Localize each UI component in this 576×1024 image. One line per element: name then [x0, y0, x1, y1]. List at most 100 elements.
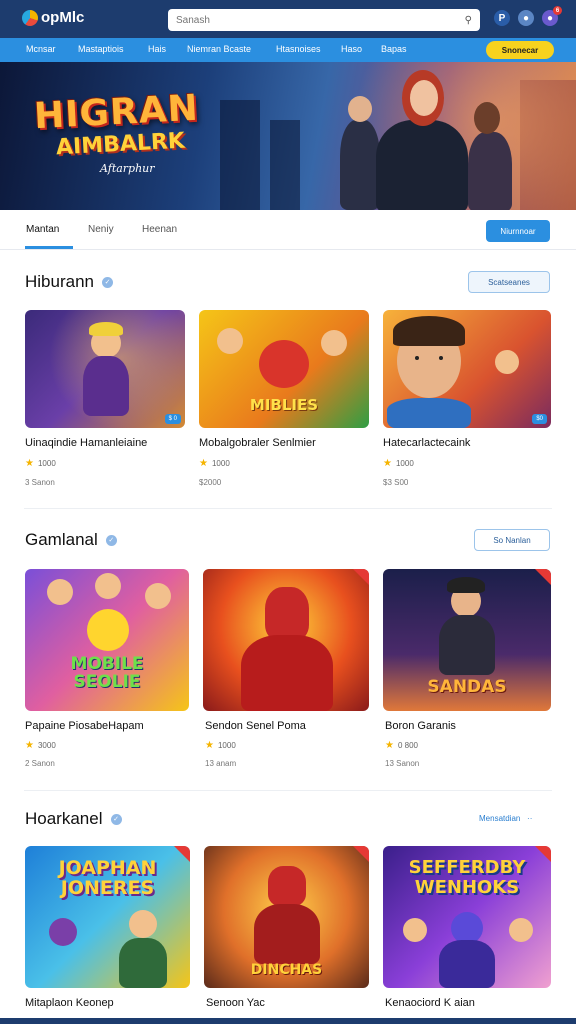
- new-badge: [174, 846, 190, 862]
- new-badge: [535, 569, 551, 585]
- hero-character-head: [474, 102, 500, 134]
- section-title-text: Hoarkanel: [25, 809, 103, 828]
- header-icons: P ● ● 6: [494, 6, 562, 26]
- tab-3[interactable]: Heenan: [142, 224, 177, 235]
- character-face: [87, 609, 129, 651]
- rating-value: 1000: [217, 741, 236, 750]
- section-action-link[interactable]: Mensatdian ··: [479, 814, 532, 823]
- verified-icon: ✓: [105, 534, 117, 546]
- rating-value: 1000: [211, 459, 230, 468]
- card-meta: $3 S00: [383, 478, 409, 487]
- card-title[interactable]: Mobalgobraler Senlmier: [199, 437, 316, 449]
- hero-character: [376, 120, 468, 210]
- notification-badge: 6: [553, 6, 562, 15]
- verified-icon: ✓: [110, 813, 122, 825]
- price-badge: $0: [532, 414, 547, 424]
- card-meta: $2000: [199, 478, 222, 487]
- verified-icon: ✓: [102, 276, 113, 288]
- card-title[interactable]: Kenaociord K aian: [385, 997, 475, 1009]
- hero-character-head: [410, 80, 438, 116]
- game-card-image[interactable]: SEFFERDBY WENHOKS: [383, 846, 551, 988]
- card-title[interactable]: Hatecarlactecaink: [383, 437, 470, 449]
- section-divider: [24, 790, 552, 791]
- card-meta: 13 Sanon: [385, 759, 420, 768]
- character-eye: [439, 356, 443, 360]
- top-bar: opMlc ⚲ P ● ● 6: [0, 0, 576, 38]
- star-icon: ★: [199, 458, 208, 469]
- character-body: [387, 398, 471, 428]
- hero-character: [468, 132, 512, 210]
- section-action-button[interactable]: So Nanlan: [474, 529, 550, 551]
- character-hair: [393, 316, 465, 346]
- star-icon: ★: [385, 740, 394, 751]
- nav-cta-button[interactable]: Snonecar: [486, 41, 554, 59]
- app-name: opMlc: [41, 9, 85, 26]
- card-title[interactable]: Boron Garanis: [385, 720, 456, 732]
- nav-item-3[interactable]: Hais: [148, 44, 166, 54]
- nav-item-1[interactable]: Mcnsar: [26, 44, 56, 54]
- section-divider: [24, 508, 552, 509]
- nav-item-6[interactable]: Haso: [341, 44, 362, 54]
- nav-item-5[interactable]: Htasnoises: [276, 44, 321, 54]
- card-title[interactable]: Papaine PiosabeHapam: [25, 720, 144, 732]
- search-input[interactable]: [176, 14, 465, 26]
- logo-icon: [22, 9, 38, 26]
- star-icon: ★: [205, 740, 214, 751]
- hero-building: [220, 100, 260, 210]
- card-title[interactable]: Mitaplaon Keonep: [25, 997, 114, 1009]
- hero-character-head: [348, 96, 372, 122]
- card-title[interactable]: Senoon Yac: [206, 997, 265, 1009]
- section-title: Hoarkanel ✓: [25, 809, 122, 829]
- star-icon: ★: [25, 740, 34, 751]
- card-rating: ★ 1000: [199, 458, 230, 469]
- tab-action-button[interactable]: Niurnnoar: [486, 220, 550, 242]
- character-face: [321, 330, 347, 356]
- character-face: [495, 350, 519, 374]
- game-card-image[interactable]: MIBLIES: [199, 310, 369, 428]
- rating-value: 3000: [37, 741, 56, 750]
- more-icon: ··: [522, 814, 533, 823]
- character-face: [403, 918, 427, 942]
- character-mask: [268, 866, 306, 906]
- character-body: [254, 904, 320, 964]
- section-title: Hiburann ✓: [25, 272, 113, 292]
- card-art-text: DINCHAS: [250, 962, 323, 978]
- tab-2[interactable]: Neniy: [88, 224, 114, 235]
- game-card-image[interactable]: JOAPHAN JONERES: [25, 846, 190, 988]
- tab-1[interactable]: Mantan: [26, 224, 59, 235]
- game-card-image[interactable]: SANDAS: [383, 569, 551, 711]
- game-card-image[interactable]: MOBILE SEOLIE: [25, 569, 189, 711]
- profile-icon[interactable]: P: [494, 10, 510, 26]
- globe-icon[interactable]: ●: [518, 10, 534, 26]
- card-rating: ★ 3000: [25, 740, 56, 751]
- search-icon[interactable]: ⚲: [465, 15, 472, 26]
- section-title-text: Hiburann: [25, 272, 94, 291]
- card-title[interactable]: Sendon Senel Poma: [205, 720, 306, 732]
- new-badge: [535, 846, 551, 862]
- game-card-image[interactable]: $ 0: [25, 310, 185, 428]
- character-face: [47, 579, 73, 605]
- nav-item-7[interactable]: Bapas: [381, 44, 407, 54]
- rating-value: 0 800: [397, 741, 418, 750]
- rating-value: 1000: [395, 459, 414, 468]
- nav-item-2[interactable]: Mastaptiois: [78, 44, 124, 54]
- nav-item-4[interactable]: Niemran Bcaste: [187, 44, 251, 54]
- game-card-image[interactable]: [203, 569, 369, 711]
- active-tab-indicator: [25, 246, 73, 249]
- new-badge: [353, 569, 369, 585]
- card-rating: ★ 1000: [205, 740, 236, 751]
- search-bar[interactable]: ⚲: [168, 9, 480, 31]
- game-card-image[interactable]: $0: [383, 310, 551, 428]
- app-logo[interactable]: opMlc: [22, 9, 84, 26]
- card-art-text: SEFFERDBY WENHOKS: [408, 857, 526, 898]
- section-action-button[interactable]: Scatseanes: [468, 271, 550, 293]
- character-face: [129, 910, 157, 938]
- hero-banner[interactable]: HIGRAN AIMBALRK Aftarphur: [0, 62, 576, 210]
- game-card-image[interactable]: DINCHAS: [204, 846, 369, 988]
- card-meta: 3 Sanon: [25, 478, 55, 487]
- star-icon: ★: [383, 458, 392, 469]
- section-action-label: Mensatdian: [479, 814, 521, 823]
- notification-icon[interactable]: ● 6: [542, 6, 562, 26]
- card-title[interactable]: Uinaqindie Hamanleiaine: [25, 437, 147, 449]
- card-art-text: SANDAS: [427, 677, 507, 697]
